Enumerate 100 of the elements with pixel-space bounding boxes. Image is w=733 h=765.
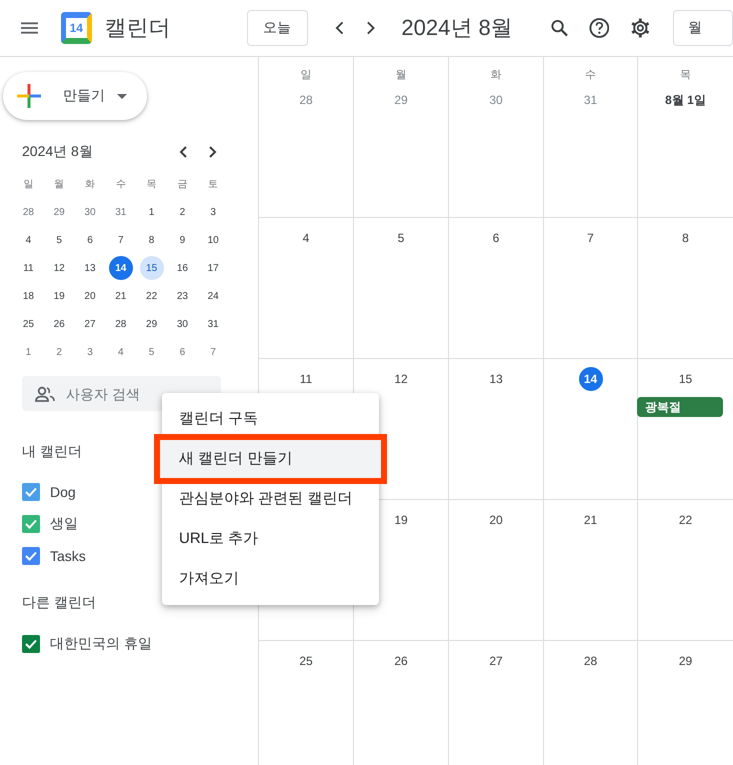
day-number[interactable]: 29 (674, 649, 698, 673)
mini-calendar-day[interactable]: 17 (201, 256, 226, 280)
mini-calendar-day[interactable]: 25 (16, 312, 40, 336)
day-number[interactable]: 8월 1일 (665, 88, 706, 112)
mini-calendar-day[interactable]: 18 (16, 284, 40, 308)
day-number[interactable]: 31 (578, 88, 602, 112)
mini-calendar-day[interactable]: 12 (47, 256, 72, 280)
mini-calendar-day[interactable]: 3 (78, 340, 102, 364)
mini-calendar-day[interactable]: 8 (140, 228, 164, 252)
day-cell[interactable]: 29 (638, 641, 733, 765)
day-cell[interactable]: 28 (544, 641, 638, 765)
menu-icon[interactable] (21, 22, 38, 34)
mini-calendar-day[interactable]: 27 (78, 312, 102, 336)
day-number[interactable]: 26 (389, 649, 413, 673)
calendar-checkbox[interactable] (22, 483, 40, 501)
mini-calendar-day[interactable]: 4 (16, 228, 40, 252)
mini-calendar-day[interactable]: 29 (47, 200, 72, 224)
mini-calendar-day[interactable]: 1 (140, 200, 164, 224)
day-cell[interactable]: 일 28 (259, 57, 354, 218)
mini-calendar-day[interactable]: 29 (140, 312, 164, 336)
day-cell[interactable]: 25 (259, 641, 354, 765)
menu-item[interactable]: 새 캘린더 만들기 (159, 439, 382, 479)
mini-calendar-day[interactable]: 16 (170, 256, 194, 280)
mini-calendar-day[interactable]: 9 (170, 228, 194, 252)
mini-calendar-day[interactable]: 2 (170, 200, 194, 224)
day-number[interactable]: 21 (578, 508, 602, 532)
mini-calendar-day[interactable]: 7 (108, 228, 133, 252)
day-number[interactable]: 7 (578, 226, 602, 250)
mini-calendar-day[interactable]: 15 (140, 256, 164, 280)
settings-icon[interactable] (630, 17, 652, 39)
day-cell[interactable]: 8 (638, 218, 733, 359)
mini-calendar-day[interactable]: 11 (16, 256, 40, 280)
day-cell[interactable]: 화 30 (449, 57, 544, 218)
day-cell[interactable]: 27 (449, 641, 544, 765)
event-chip[interactable]: 광복절 (637, 397, 723, 417)
day-number[interactable]: 28 (294, 88, 318, 112)
calendar-checkbox[interactable] (22, 635, 40, 653)
day-cell[interactable]: 목 8월 1일 (638, 57, 733, 218)
next-icon[interactable] (209, 146, 217, 158)
mini-calendar-day[interactable]: 4 (108, 340, 133, 364)
day-number[interactable]: 13 (484, 367, 508, 391)
day-cell[interactable]: 4 (259, 218, 354, 359)
day-cell[interactable]: 7 (544, 218, 638, 359)
day-cell[interactable]: 21 (544, 500, 638, 641)
mini-calendar-day[interactable]: 5 (47, 228, 72, 252)
mini-calendar-day[interactable]: 2 (47, 340, 72, 364)
help-icon[interactable] (588, 17, 610, 39)
mini-calendar-day[interactable]: 20 (78, 284, 102, 308)
mini-calendar-day[interactable]: 13 (78, 256, 102, 280)
today-button[interactable]: 오늘 (246, 10, 308, 46)
previous-icon[interactable] (334, 21, 344, 35)
day-cell[interactable]: 26 (354, 641, 449, 765)
day-cell[interactable]: 20 (449, 500, 544, 641)
day-cell[interactable]: 14 (544, 359, 638, 500)
mini-calendar-day[interactable]: 19 (47, 284, 72, 308)
calendar-checkbox[interactable] (22, 547, 40, 565)
mini-calendar-day[interactable]: 10 (201, 228, 226, 252)
view-button[interactable]: 월 (673, 10, 733, 46)
day-number[interactable]: 19 (389, 508, 413, 532)
day-number[interactable]: 11 (294, 367, 318, 391)
calendar-checkbox[interactable] (22, 515, 40, 533)
day-cell[interactable]: 15 광복절 (638, 359, 733, 500)
mini-calendar-day[interactable]: 6 (170, 340, 194, 364)
day-number[interactable]: 4 (294, 226, 318, 250)
day-number[interactable]: 6 (484, 226, 508, 250)
next-icon[interactable] (366, 21, 376, 35)
mini-calendar-day[interactable]: 24 (201, 284, 226, 308)
mini-calendar-day[interactable]: 30 (78, 200, 102, 224)
day-number[interactable]: 12 (389, 367, 413, 391)
mini-calendar-day[interactable]: 6 (78, 228, 102, 252)
mini-calendar-day[interactable]: 30 (170, 312, 194, 336)
mini-calendar-day[interactable]: 14 (108, 256, 133, 280)
mini-calendar-day[interactable]: 31 (108, 200, 133, 224)
day-number[interactable]: 22 (674, 508, 698, 532)
search-icon[interactable] (550, 19, 568, 37)
day-number[interactable]: 20 (484, 508, 508, 532)
day-number[interactable]: 25 (294, 649, 318, 673)
mini-calendar-day[interactable]: 26 (47, 312, 72, 336)
mini-calendar-day[interactable]: 3 (201, 200, 226, 224)
day-cell[interactable]: 월 29 (354, 57, 449, 218)
day-number[interactable]: 27 (484, 649, 508, 673)
mini-calendar-day[interactable]: 23 (170, 284, 194, 308)
mini-calendar-day[interactable]: 28 (108, 312, 133, 336)
mini-calendar-day[interactable]: 5 (140, 340, 164, 364)
day-number[interactable]: 30 (484, 88, 508, 112)
mini-calendar-day[interactable]: 31 (201, 312, 226, 336)
day-cell[interactable]: 6 (449, 218, 544, 359)
day-number[interactable]: 5 (389, 226, 413, 250)
previous-icon[interactable] (179, 146, 187, 158)
mini-calendar-day[interactable]: 7 (201, 340, 226, 364)
mini-calendar-day[interactable]: 22 (140, 284, 164, 308)
day-number[interactable]: 15 (674, 367, 698, 391)
create-button[interactable]: 만들기 (3, 72, 147, 120)
day-cell[interactable]: 13 (449, 359, 544, 500)
day-number[interactable]: 14 (578, 367, 602, 391)
day-cell[interactable]: 5 (354, 218, 449, 359)
day-number[interactable]: 28 (578, 649, 602, 673)
mini-calendar-day[interactable]: 21 (108, 284, 133, 308)
day-cell[interactable]: 수 31 (544, 57, 638, 218)
mini-calendar-day[interactable]: 28 (16, 200, 40, 224)
